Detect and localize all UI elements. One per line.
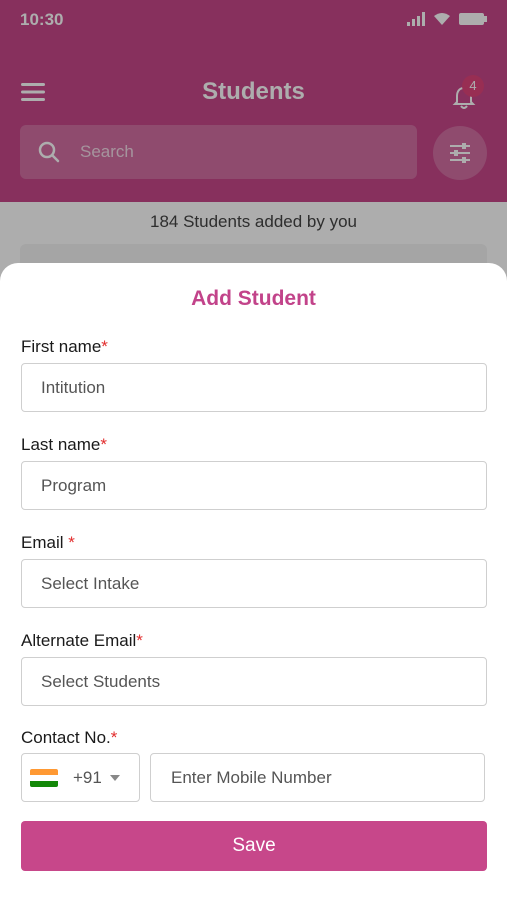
mobile-number-field[interactable]: Enter Mobile Number <box>150 753 485 802</box>
india-flag-icon <box>30 769 58 787</box>
country-code: +91 <box>73 768 102 787</box>
country-code-select[interactable]: +91 <box>21 753 140 802</box>
last-name-label: Last name* <box>21 435 108 454</box>
first-name-field[interactable]: Intitution <box>21 363 487 412</box>
first-name-placeholder: Intitution <box>41 378 106 397</box>
sheet-title: Add Student <box>191 287 316 310</box>
caret-down-icon <box>110 775 120 781</box>
last-name-placeholder: Program <box>41 476 107 495</box>
first-name-label: First name* <box>21 337 108 356</box>
email-placeholder: Select Intake <box>41 574 140 593</box>
alternate-email-label: Alternate Email* <box>21 631 143 650</box>
save-button[interactable]: Save <box>21 821 487 871</box>
mobile-number-placeholder: Enter Mobile Number <box>171 768 332 787</box>
contact-label: Contact No.* <box>21 728 118 747</box>
add-student-sheet: Add Student First name* Intitution Last … <box>0 263 507 900</box>
email-field[interactable]: Select Intake <box>21 559 487 608</box>
email-label: Email * <box>21 533 75 552</box>
alternate-email-placeholder: Select Students <box>41 672 161 691</box>
alternate-email-field[interactable]: Select Students <box>21 657 487 706</box>
last-name-field[interactable]: Program <box>21 461 487 510</box>
